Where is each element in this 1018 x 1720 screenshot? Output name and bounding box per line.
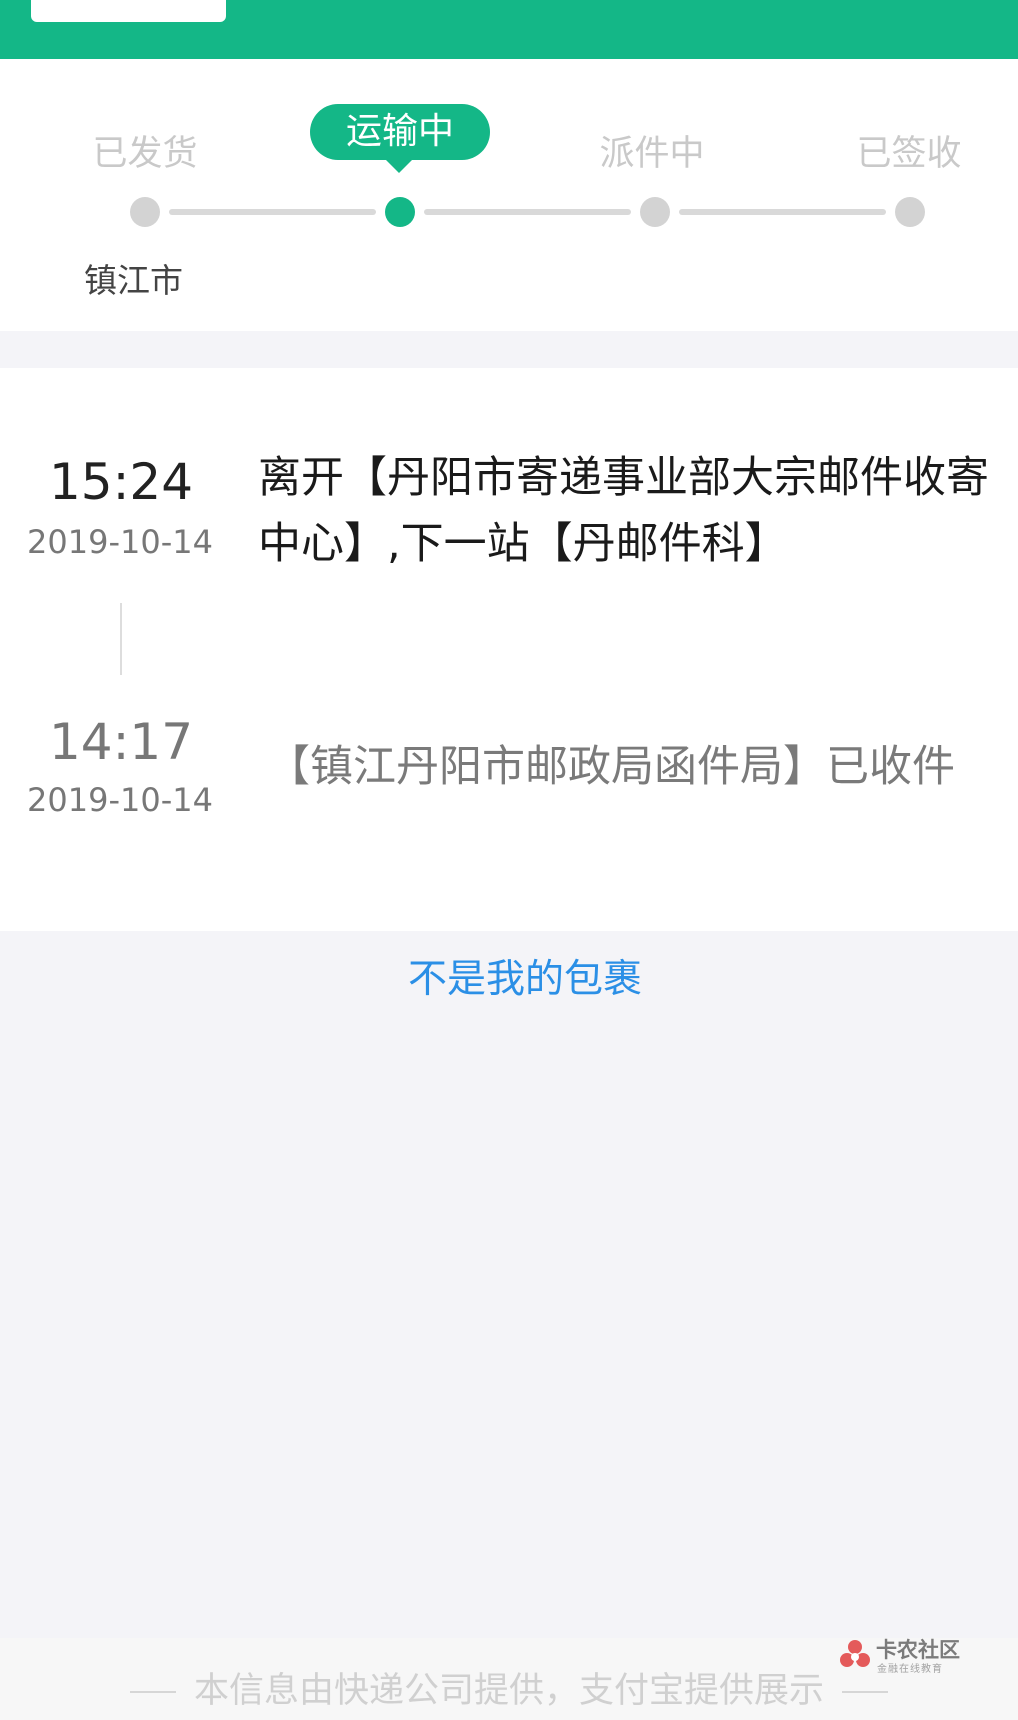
step-dot-shipped <box>130 197 160 227</box>
step-in-transit-label: 运输中 <box>310 104 490 160</box>
timeline-event-text: 离开【丹阳市寄递事业部大宗邮件收寄 中心】,下一站【丹邮件科】 <box>258 445 1018 577</box>
pill-pointer <box>385 159 413 173</box>
header-tab[interactable] <box>31 0 226 22</box>
watermark: 卡农社区 金融在线教育 <box>838 1632 998 1676</box>
footer-dash-left <box>129 1691 176 1693</box>
progress-line <box>679 209 886 215</box>
step-delivering-label: 派件中 <box>599 134 705 174</box>
timeline-event-text: 【镇江丹阳市邮政局函件局】已收件 <box>267 742 955 792</box>
not-my-package-link[interactable]: 不是我的包裹 <box>300 948 750 1004</box>
step-dot-signed <box>895 197 925 227</box>
timeline-event-line: 中心】,下一站【丹邮件科】 <box>258 519 788 569</box>
watermark-subtitle: 金融在线教育 <box>877 1664 943 1675</box>
step-signed-label: 已签收 <box>856 134 962 174</box>
step-dot-delivering <box>640 197 670 227</box>
kanong-logo-icon <box>840 1640 870 1667</box>
timeline-time: 14:17 <box>48 713 194 771</box>
footer-dash-right <box>842 1691 888 1693</box>
footer-text: 本信息由快递公司提供，支付宝提供展示 <box>193 1671 824 1711</box>
timeline-date: 2019-10-14 <box>27 781 213 819</box>
current-location: 镇江市 <box>84 261 183 300</box>
timeline-event-line: 离开【丹阳市寄递事业部大宗邮件收寄 <box>258 453 989 503</box>
timeline-time: 15:24 <box>48 453 194 511</box>
logistics-page: 已发货 运输中 派件中 已签收 镇江市 15:24 2019-10-14 离开【… <box>0 0 1018 1720</box>
step-shipped-label: 已发货 <box>92 134 198 174</box>
timeline-date: 2019-10-14 <box>27 523 213 561</box>
step-dot-in-transit <box>385 197 415 227</box>
timeline-connector <box>120 603 122 675</box>
header-bar <box>0 0 1018 59</box>
progress-line <box>424 209 631 215</box>
progress-line <box>169 209 376 215</box>
